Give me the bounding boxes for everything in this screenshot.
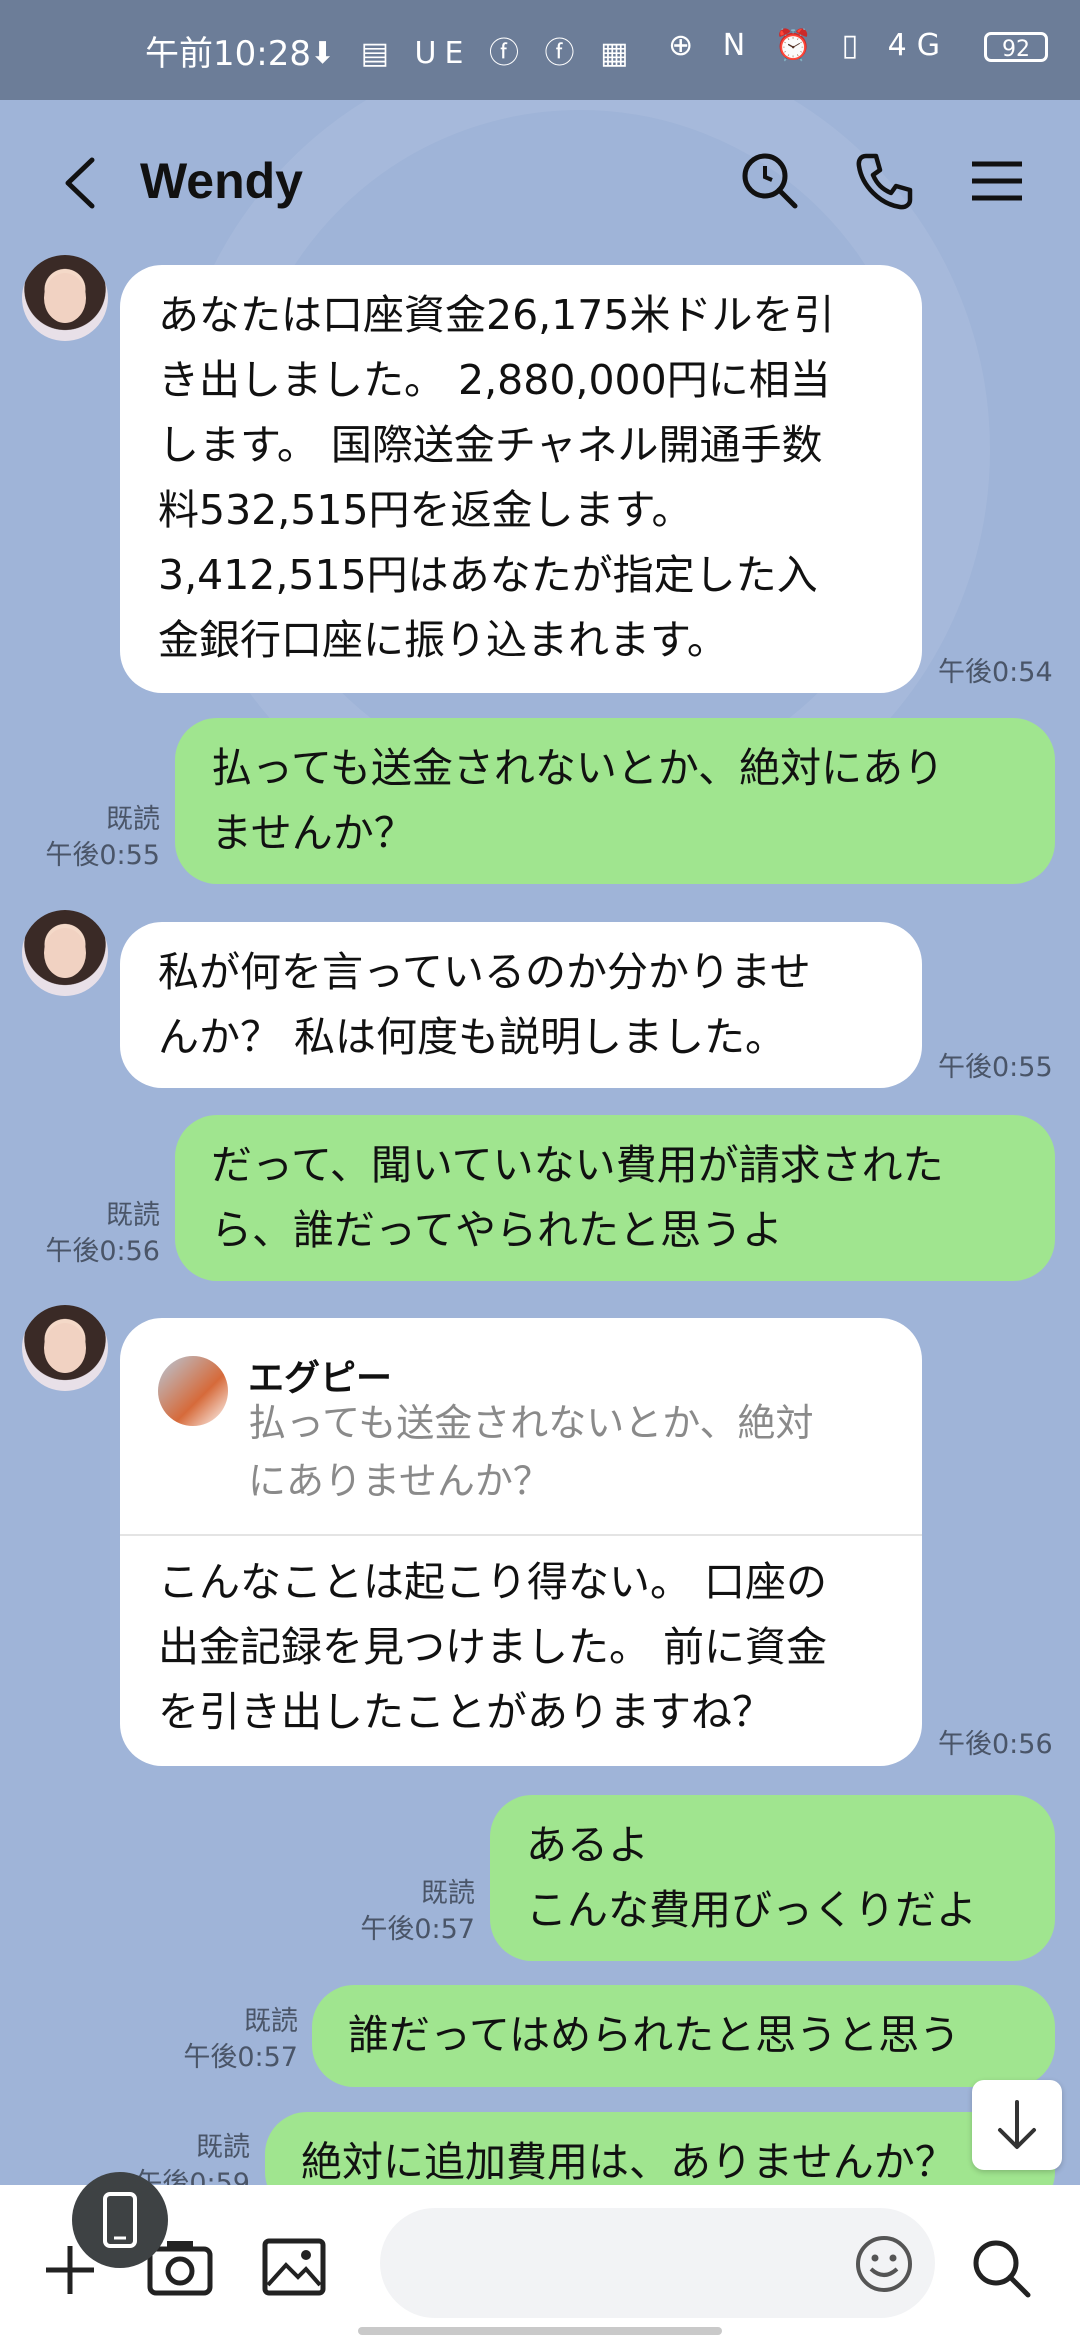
message-bubble-outgoing[interactable]: 誰だってはめられたと思うと思う — [312, 1985, 1055, 2087]
read-status: 既読 — [196, 2132, 250, 2163]
menu-icon[interactable] — [962, 146, 1032, 216]
search-icon[interactable] — [968, 2235, 1034, 2301]
smartphone-icon — [103, 2192, 137, 2248]
message-line: あなたは口座資金26,175米ドルを引 — [158, 291, 835, 339]
message-time: 午後0:55 — [45, 840, 160, 871]
message-bubble-outgoing[interactable]: 払っても送金されないとか、絶対にあり ませんか？ — [175, 718, 1055, 884]
status-bar: 午前10:28 ⬇ ▤ UE ⓕ ⓕ ▦ ⊕ N ⏰ ▯ 4G 92 — [0, 0, 1080, 100]
message-line: ら、誰だってやられたと思うよ — [211, 1206, 783, 1254]
message-meta: 既読 午後0:55 — [30, 802, 160, 874]
reply-divider — [120, 1534, 922, 1536]
message-line: き出しました。 2,880,000円に相当 — [158, 356, 831, 404]
message-line: を引き出したことがありますね？ — [158, 1688, 773, 1736]
message-time: 午後0:57 — [183, 2042, 298, 2073]
system-status-icons: ⊕ N ⏰ ▯ 4G — [668, 28, 950, 63]
message-time: 午後0:56 — [938, 1729, 1053, 1760]
message-line: ませんか？ — [211, 809, 415, 857]
message-line: んか？ 私は何度も説明しました。 — [158, 1013, 787, 1061]
message-line: 3,412,515円はあなたが指定した入 — [158, 551, 818, 599]
message-line: あるよ — [526, 1821, 649, 1869]
search-icon[interactable] — [735, 146, 805, 216]
message-line: こんなことは起こり得ない。 口座の — [158, 1558, 828, 1606]
battery-icon: 92 — [984, 32, 1048, 62]
image-icon[interactable] — [260, 2235, 328, 2299]
home-indicator[interactable] — [358, 2327, 722, 2335]
message-time: 午後0:56 — [45, 1236, 160, 1267]
message-bubble-outgoing[interactable]: あるよ こんな費用びっくりだよ — [490, 1795, 1055, 1961]
message-meta: 既読 午後0:57 — [320, 1876, 475, 1948]
message-meta: 既読 午後0:56 — [30, 1198, 160, 1270]
message-line: こんな費用びっくりだよ — [526, 1886, 977, 1934]
message-line: 出金記録を見つけました。 前に資金 — [158, 1623, 828, 1671]
status-time: 午前10:28 — [145, 34, 311, 74]
message-line: します。 国際送金チャネル開通手数 — [158, 421, 823, 469]
message-text: こんなことは起こり得ない。 口座の 出金記録を見つけました。 前に資金 を引き出… — [158, 1550, 898, 1745]
message-time: 午後0:57 — [360, 1914, 475, 1945]
chat-header: Wendy — [0, 100, 1080, 260]
avatar[interactable] — [22, 255, 108, 341]
read-status: 既読 — [421, 1878, 475, 1909]
avatar[interactable] — [22, 1305, 108, 1391]
phone-icon[interactable] — [848, 146, 918, 216]
message-bubble-incoming[interactable]: 私が何を言っているのか分かりませ んか？ 私は何度も説明しました。 — [120, 922, 922, 1088]
avatar[interactable] — [22, 910, 108, 996]
message-line: 誰だってはめられたと思うと思う — [348, 2011, 961, 2059]
notification-icons: ⬇ ▤ UE ⓕ ⓕ ▦ — [310, 36, 637, 71]
read-status: 既読 — [244, 2006, 298, 2037]
message-line: 私が何を言っているのか分かりませ — [158, 948, 811, 996]
message-bubble-outgoing[interactable]: だって、聞いていない費用が請求された ら、誰だってやられたと思うよ — [175, 1115, 1055, 1281]
message-line: 払っても送金されないとか、絶対にあり — [211, 744, 945, 792]
reply-avatar — [158, 1356, 228, 1426]
message-meta: 既読 午後0:57 — [140, 2004, 298, 2076]
message-bubble-incoming[interactable]: あなたは口座資金26,175米ドルを引 き出しました。 2,880,000円に相… — [120, 265, 922, 693]
quoted-line: にありませんか？ — [248, 1459, 551, 1503]
message-bubble-reply[interactable]: エグピー 払っても送金されないとか、絶対 にありませんか？ こんなことは起こり得… — [120, 1318, 922, 1766]
floating-phone-button[interactable] — [72, 2172, 168, 2268]
message-input[interactable] — [380, 2208, 935, 2318]
message-line: 料532,515円を返金します。 — [158, 486, 693, 534]
reply-quoted-text: 払っても送金されないとか、絶対 にありませんか？ — [248, 1394, 888, 1510]
message-line: 金銀行口座に振り込まれます。 — [158, 616, 728, 664]
scroll-down-button[interactable] — [972, 2080, 1062, 2170]
emoji-icon[interactable] — [853, 2233, 915, 2295]
message-line: だって、聞いていない費用が請求された — [211, 1141, 944, 1189]
arrow-down-icon — [998, 2100, 1036, 2149]
back-icon[interactable] — [50, 148, 120, 218]
quoted-line: 払っても送金されないとか、絶対 — [248, 1401, 814, 1445]
message-time: 午後0:55 — [938, 1052, 1053, 1083]
read-status: 既読 — [106, 804, 160, 835]
message-time: 午後0:54 — [938, 657, 1053, 688]
chat-title: Wendy — [140, 153, 303, 209]
read-status: 既読 — [106, 1200, 160, 1231]
